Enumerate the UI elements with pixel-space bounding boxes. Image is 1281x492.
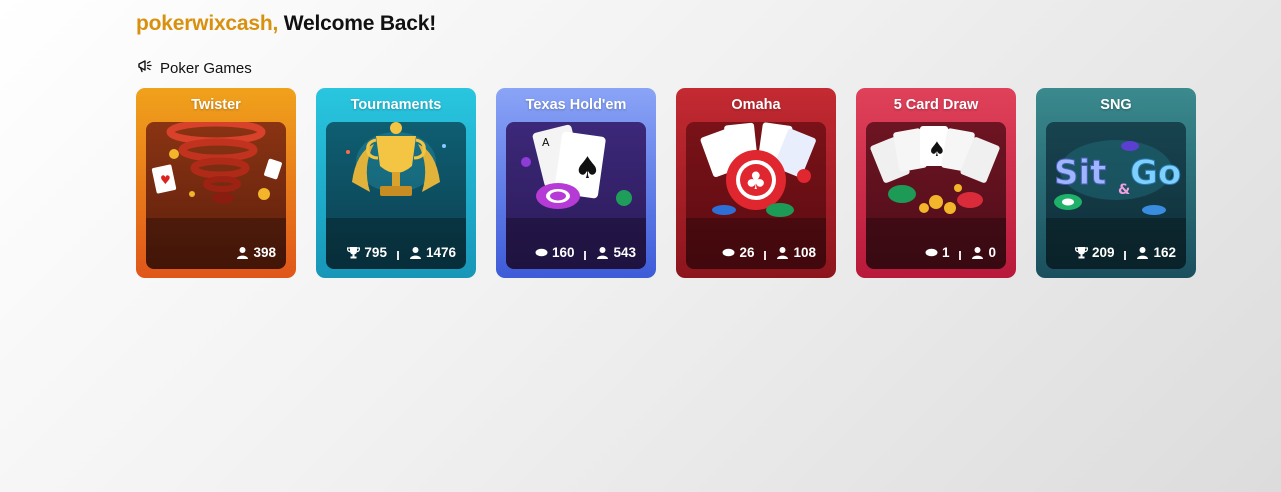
tournaments-count: 795 [364, 245, 387, 260]
trophy-artwork [346, 122, 446, 196]
svg-text:♠: ♠ [928, 137, 946, 161]
players-icon [1136, 246, 1149, 259]
stat-divider [584, 251, 587, 260]
players-count: 398 [253, 245, 276, 260]
game-title: Texas Hold'em [525, 97, 627, 113]
tables-count: 160 [551, 245, 575, 260]
players-stat: 543 [596, 245, 636, 260]
game-card-twister[interactable]: Twister ♥ 398 [136, 88, 296, 278]
section-header: Poker Games [137, 58, 252, 78]
tables-icon [535, 246, 548, 259]
players-stat: 1476 [409, 245, 456, 260]
players-icon [409, 246, 422, 259]
game-card-sng[interactable]: SNG Sit & Go 209 162 [1036, 88, 1196, 278]
game-title: 5 Card Draw [893, 97, 979, 113]
texas-holdem-artwork: ♠ A [521, 124, 632, 209]
svg-text:♠: ♠ [574, 151, 601, 186]
stat-divider [764, 251, 767, 260]
game-title: SNG [1100, 97, 1132, 113]
game-stats: 398 [146, 218, 286, 269]
svg-text:Go: Go [1130, 153, 1181, 193]
stat-divider [959, 251, 962, 260]
players-count: 1476 [425, 245, 456, 260]
players-count: 162 [1153, 245, 1176, 260]
players-icon [776, 246, 789, 259]
tables-count: 1 [941, 245, 950, 260]
tables-stat: 1 [925, 245, 950, 260]
stat-divider [396, 251, 399, 260]
players-count: 543 [613, 245, 636, 260]
players-icon [596, 246, 609, 259]
tables-count: 26 [739, 245, 755, 260]
tournaments-stat: 209 [1074, 245, 1115, 260]
omaha-artwork: ♣ [700, 122, 816, 217]
players-count: 108 [793, 245, 816, 260]
welcome-heading: pokerwixcash, Welcome Back! [136, 12, 436, 36]
tournaments-stat: 795 [347, 245, 387, 260]
game-title: Omaha [731, 97, 781, 113]
players-stat: 0 [971, 245, 996, 260]
game-stats: 795 1476 [326, 218, 466, 269]
game-title: Tournaments [350, 97, 442, 113]
sit-and-go-artwork: Sit & Go [1054, 140, 1182, 215]
svg-text:Sit: Sit [1054, 153, 1106, 193]
game-stats: 209 162 [1046, 218, 1186, 269]
game-cards: Twister ♥ 398 Tournaments 795 1476 Texas… [136, 88, 1196, 278]
game-card-body: 795 1476 [326, 122, 466, 269]
players-stat: 108 [776, 245, 816, 260]
players-stat: 162 [1136, 245, 1176, 260]
game-card-5-card-draw[interactable]: 5 Card Draw ♠ 1 0 [856, 88, 1016, 278]
game-card-body: Sit & Go 209 162 [1046, 122, 1186, 269]
game-card-omaha[interactable]: Omaha ♣ 26 108 [676, 88, 836, 278]
trophy-icon [1074, 246, 1089, 259]
welcome-message: Welcome Back! [283, 12, 437, 35]
game-card-body: ♥ 398 [146, 122, 286, 269]
players-icon [236, 246, 249, 259]
game-card-body: ♣ 26 108 [686, 122, 826, 269]
svg-text:♥: ♥ [160, 173, 171, 187]
game-card-tournaments[interactable]: Tournaments 795 1476 [316, 88, 476, 278]
game-card-body: ♠ 1 0 [866, 122, 1006, 269]
svg-text:A: A [542, 136, 550, 149]
svg-text:♣: ♣ [745, 167, 767, 195]
players-stat: 398 [236, 245, 276, 260]
tables-stat: 26 [722, 245, 754, 260]
twister-artwork: ♥ [151, 122, 282, 204]
megaphone-icon [137, 58, 153, 78]
tables-icon [722, 246, 735, 259]
tables-icon [925, 246, 938, 259]
stat-divider [1124, 251, 1127, 260]
5-card-draw-artwork: ♠ [870, 126, 1000, 214]
tournaments-count: 209 [1091, 245, 1115, 260]
game-card-texas-holdem[interactable]: Texas Hold'em ♠ A 160 543 [496, 88, 656, 278]
svg-text:&: & [1118, 182, 1130, 198]
game-stats: 1 0 [866, 218, 1006, 269]
trophy-icon [347, 246, 361, 259]
game-stats: 26 108 [686, 218, 826, 269]
players-count: 0 [988, 245, 996, 260]
username: pokerwixcash, [136, 12, 279, 35]
players-icon [971, 246, 984, 259]
game-stats: 160 543 [506, 218, 646, 269]
game-card-body: ♠ A 160 543 [506, 122, 646, 269]
tables-stat: 160 [535, 245, 575, 260]
game-title: Twister [191, 97, 241, 113]
section-title: Poker Games [160, 59, 252, 77]
